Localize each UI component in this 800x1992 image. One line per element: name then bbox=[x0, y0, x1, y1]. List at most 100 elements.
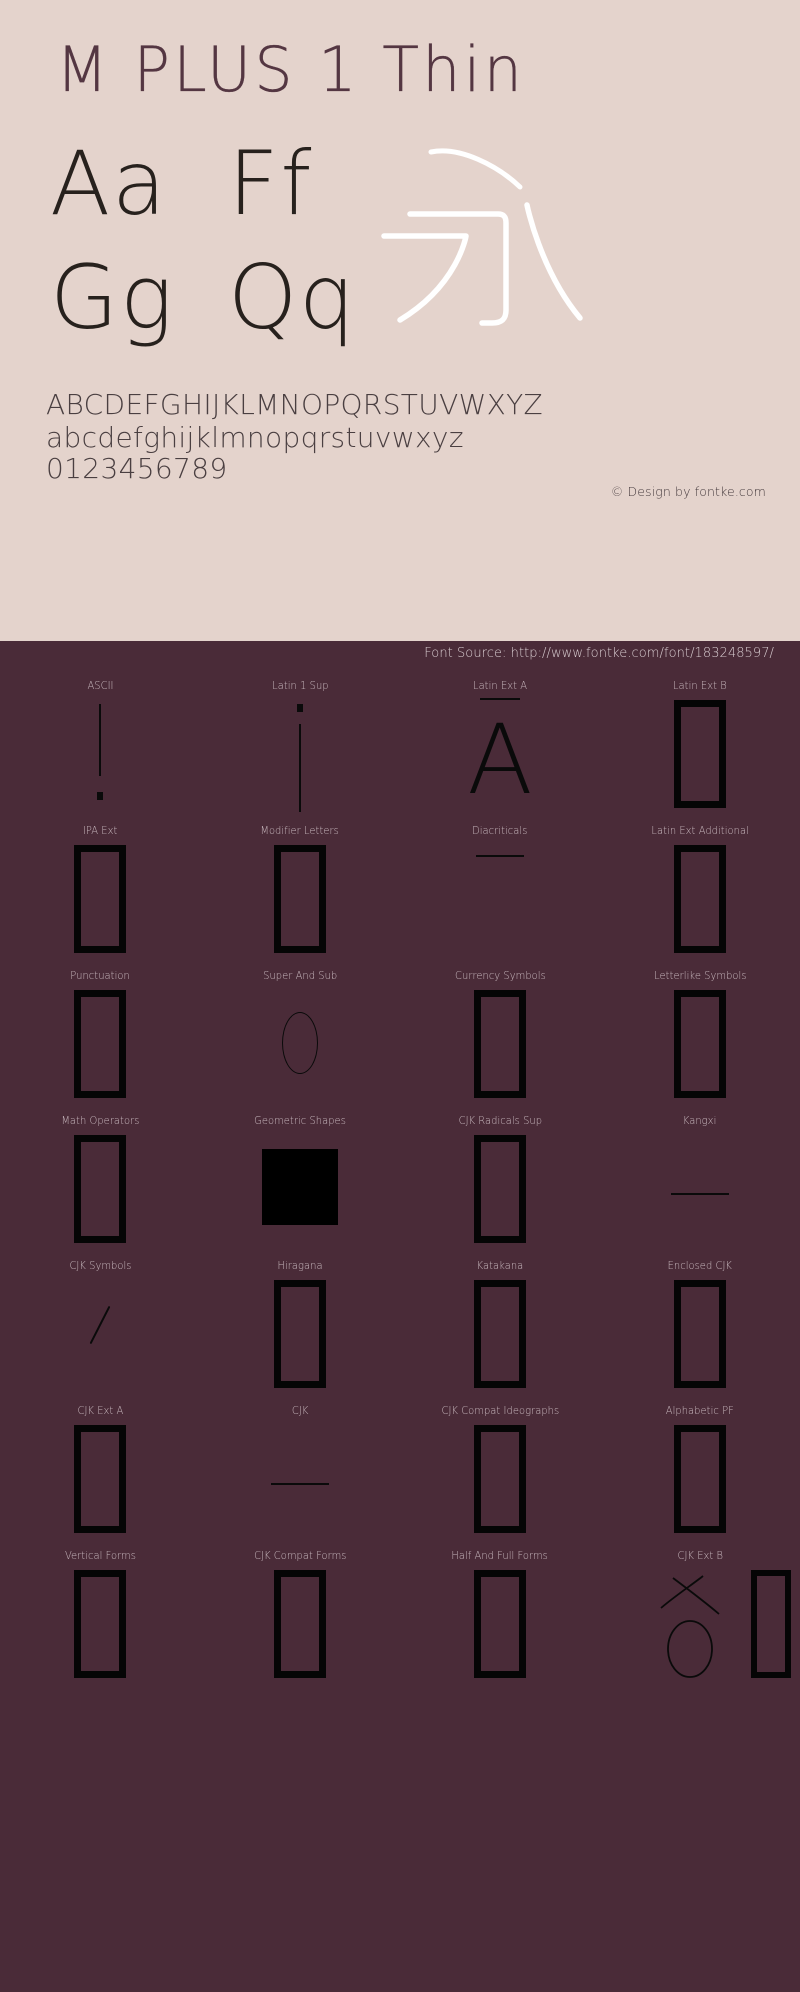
sample-inner bbox=[245, 1276, 355, 1396]
block-sample-glyph bbox=[400, 986, 600, 1106]
unicode-block-label: Math Operators bbox=[60, 1114, 140, 1127]
tofu-box-icon bbox=[274, 1570, 326, 1678]
filled-square-icon bbox=[262, 1149, 338, 1225]
tofu-box-icon bbox=[74, 845, 126, 953]
unicode-block-cell: Math Operators bbox=[0, 1109, 200, 1254]
specimen-panel: M PLUS 1 Thin Aa Ff Gg Qq ABCDEFGHIJKLMN… bbox=[0, 0, 800, 641]
sample-inner bbox=[645, 1131, 755, 1251]
sample-inner bbox=[45, 1131, 155, 1251]
block-sample-glyph bbox=[400, 1131, 600, 1251]
unicode-block-label: CJK Compat Forms bbox=[253, 1549, 347, 1562]
unicode-block-label: Katakana bbox=[476, 1259, 524, 1272]
block-sample-glyph bbox=[600, 696, 800, 816]
unicode-block-cell: CJK Ext B bbox=[600, 1544, 800, 1689]
glyph-sample-ff: Ff bbox=[228, 132, 314, 235]
exclamation-stem-icon bbox=[99, 704, 101, 776]
tofu-box-icon bbox=[751, 1570, 791, 1678]
block-sample-glyph bbox=[200, 1131, 400, 1251]
block-sample-glyph bbox=[400, 841, 600, 961]
inverted-exclamation-dot-icon bbox=[297, 704, 303, 712]
unicode-block-cell: Hiragana bbox=[200, 1254, 400, 1399]
diagonal-stroke-icon bbox=[89, 1305, 111, 1345]
tofu-box-icon bbox=[74, 990, 126, 1098]
copyright-notice: © Design by fontke.com bbox=[610, 484, 766, 499]
unicode-block-cell: Modifier Letters bbox=[200, 819, 400, 964]
superscript-zero-icon bbox=[282, 1012, 318, 1074]
horizontal-stroke-icon bbox=[271, 1483, 329, 1485]
unicode-block-label: Half And Full Forms bbox=[451, 1549, 549, 1562]
sample-inner bbox=[245, 696, 355, 816]
block-sample-glyph bbox=[200, 1566, 400, 1686]
tofu-box-icon bbox=[474, 1570, 526, 1678]
block-sample-glyph bbox=[0, 986, 200, 1106]
sample-inner bbox=[445, 1421, 555, 1541]
block-sample-glyph: A bbox=[400, 696, 600, 816]
unicode-block-label: Vertical Forms bbox=[64, 1549, 136, 1562]
tofu-box-icon bbox=[674, 1280, 726, 1388]
tofu-box-icon bbox=[274, 1280, 326, 1388]
tofu-box-icon bbox=[74, 1135, 126, 1243]
tofu-box-icon bbox=[674, 700, 726, 808]
unicode-block-cell: CJK Compat Ideographs bbox=[400, 1399, 600, 1544]
unicode-block-label: Punctuation bbox=[70, 969, 130, 982]
sample-inner bbox=[245, 841, 355, 961]
sample-inner bbox=[445, 1276, 555, 1396]
unicode-block-cell: CJK Radicals Sup bbox=[400, 1109, 600, 1254]
unicode-block-label: Latin Ext A bbox=[472, 679, 528, 692]
block-sample-glyph bbox=[200, 696, 400, 816]
unicode-block-label: CJK Ext B bbox=[677, 1549, 723, 1562]
unicode-block-cell: Geometric Shapes bbox=[200, 1109, 400, 1254]
sample-inner bbox=[645, 1566, 791, 1686]
glyph-sample-gg: Gg bbox=[50, 246, 175, 349]
unicode-block-cell: CJK Compat Forms bbox=[200, 1544, 400, 1689]
inverted-exclamation-stem-icon bbox=[299, 724, 301, 812]
unicode-block-label: Latin 1 Sup bbox=[271, 679, 329, 692]
glyph-sample-aa: Aa bbox=[50, 132, 168, 235]
unicode-block-cell: Latin Ext Additional bbox=[600, 819, 800, 964]
block-sample-glyph bbox=[600, 986, 800, 1106]
block-sample-glyph bbox=[400, 1276, 600, 1396]
sample-inner bbox=[45, 986, 155, 1106]
block-sample-glyph bbox=[600, 1421, 800, 1541]
block-sample-glyph bbox=[200, 986, 400, 1106]
sample-inner bbox=[645, 1421, 755, 1541]
unicode-block-label: CJK bbox=[291, 1404, 309, 1417]
tofu-box-icon bbox=[274, 845, 326, 953]
unicode-block-label: Diacriticals bbox=[472, 824, 528, 837]
alphabet-lowercase: abcdefghijklmnopqrstuvwxyz bbox=[46, 421, 464, 454]
tofu-box-icon bbox=[74, 1570, 126, 1678]
sample-inner bbox=[645, 986, 755, 1106]
unicode-block-label: ASCII bbox=[86, 679, 114, 692]
block-sample-glyph bbox=[0, 1421, 200, 1541]
unicode-block-cell: Punctuation bbox=[0, 964, 200, 1109]
unicode-block-label: CJK Symbols bbox=[68, 1259, 132, 1272]
unicode-blocks-panel: Font Source: http://www.fontke.com/font/… bbox=[0, 641, 800, 1992]
cjk-ext-b-glyph-icon bbox=[660, 1575, 720, 1678]
block-sample-glyph bbox=[400, 1421, 600, 1541]
unicode-block-label: Currency Symbols bbox=[454, 969, 546, 982]
cjk-sample-glyph bbox=[381, 148, 583, 326]
unicode-block-label: Letterlike Symbols bbox=[653, 969, 747, 982]
unicode-block-cell: Latin Ext B bbox=[600, 674, 800, 819]
sample-inner bbox=[445, 986, 555, 1106]
tofu-box-icon bbox=[674, 1425, 726, 1533]
tofu-box-icon bbox=[674, 845, 726, 953]
block-sample-glyph bbox=[0, 696, 200, 816]
unicode-block-label: CJK Compat Ideographs bbox=[441, 1404, 559, 1417]
font-source-link[interactable]: Font Source: http://www.fontke.com/font/… bbox=[424, 646, 774, 661]
block-sample-glyph bbox=[200, 841, 400, 961]
block-sample-glyph bbox=[400, 1566, 600, 1686]
unicode-block-label: Latin Ext B bbox=[673, 679, 727, 692]
sample-inner bbox=[245, 986, 355, 1106]
unicode-block-cell: Super And Sub bbox=[200, 964, 400, 1109]
unicode-blocks-grid: ASCII Latin 1 Sup Latin Ext A A Latin Ext B I… bbox=[0, 674, 800, 1689]
sample-inner bbox=[45, 1566, 155, 1686]
unicode-block-label: Modifier Letters bbox=[260, 824, 340, 837]
letter-a-macron-icon: A bbox=[467, 704, 533, 816]
unicode-block-label: Geometric Shapes bbox=[254, 1114, 346, 1127]
unicode-block-label: Enclosed CJK bbox=[667, 1259, 733, 1272]
unicode-block-label: Latin Ext Additional bbox=[651, 824, 749, 837]
sample-inner bbox=[45, 1276, 155, 1396]
block-sample-glyph bbox=[0, 1276, 200, 1396]
tofu-box-icon bbox=[74, 1425, 126, 1533]
